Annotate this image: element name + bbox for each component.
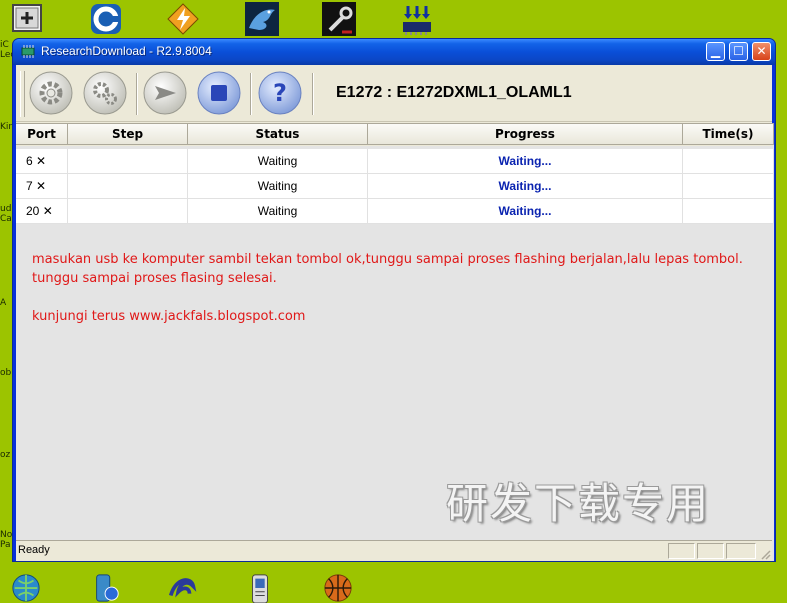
col-progress-header[interactable]: Progress bbox=[368, 124, 683, 145]
blog-link-text: kunjungi terus www.jackfals.blogspot.com bbox=[32, 309, 306, 324]
mobile-icon[interactable] bbox=[244, 573, 276, 603]
stop-icon bbox=[197, 71, 241, 115]
toolbar: ? E1272 : E1272DXML1_OLAML1 bbox=[16, 65, 772, 122]
maximize-button[interactable]: ☐ bbox=[729, 42, 748, 61]
maximize-icon: ☐ bbox=[733, 44, 744, 58]
stop-button[interactable] bbox=[196, 70, 242, 116]
swirl-icon[interactable] bbox=[166, 573, 198, 603]
desktop-label: ud bbox=[0, 204, 12, 214]
desktop-label: oz bbox=[0, 450, 11, 460]
table-header: Port Step Status Progress Time(s) bbox=[16, 124, 774, 146]
start-button[interactable] bbox=[142, 70, 188, 116]
settings-gear-icon bbox=[29, 71, 73, 115]
port-cell: 7 ✕ bbox=[16, 174, 68, 198]
instruction-line-1: masukan usb ke komputer sambil tekan tom… bbox=[32, 252, 743, 267]
tools-icon[interactable] bbox=[322, 2, 356, 36]
window-title: ResearchDownload - R2.9.8004 bbox=[41, 44, 212, 58]
phone-sync-icon[interactable] bbox=[90, 573, 122, 603]
toolbar-separator bbox=[250, 73, 252, 115]
toolbar-separator bbox=[312, 73, 314, 115]
ccleaner-icon[interactable] bbox=[89, 2, 123, 36]
settings-button[interactable] bbox=[28, 70, 74, 116]
minimize-icon: ▁ bbox=[710, 44, 721, 58]
close-x-icon[interactable]: ✕ bbox=[36, 154, 46, 168]
status-panel bbox=[726, 543, 756, 559]
table-row[interactable]: 7 ✕ Waiting Waiting... bbox=[16, 174, 774, 199]
close-button[interactable]: ✕ bbox=[752, 42, 771, 61]
desktop-label: Kin bbox=[0, 122, 12, 132]
port-number: 7 bbox=[26, 179, 33, 193]
time-cell bbox=[683, 199, 774, 223]
plus-app-icon[interactable] bbox=[12, 4, 42, 32]
toolbar-separator bbox=[136, 73, 138, 115]
svg-text:?: ? bbox=[273, 79, 287, 107]
desktop-label: Ca bbox=[0, 214, 12, 224]
col-port-header[interactable]: Port bbox=[16, 124, 68, 145]
progress-cell: Waiting... bbox=[368, 174, 683, 198]
port-cell: 20 ✕ bbox=[16, 199, 68, 223]
desktop-left-labels: iC Lec Kin ud Ca A ob oz No Pa bbox=[0, 36, 12, 562]
status-cell: Waiting bbox=[188, 174, 368, 198]
step-cell bbox=[68, 149, 188, 173]
status-panel bbox=[668, 543, 695, 559]
watermark: 研发下载专用 bbox=[446, 479, 711, 528]
time-cell bbox=[683, 149, 774, 173]
multi-settings-button[interactable] bbox=[82, 70, 128, 116]
app-chip-icon bbox=[21, 45, 35, 58]
close-x-icon[interactable]: ✕ bbox=[36, 179, 46, 193]
time-cell bbox=[683, 174, 774, 198]
device-label: E1272 : E1272DXML1_OLAML1 bbox=[336, 84, 572, 101]
close-x-icon[interactable]: ✕ bbox=[43, 204, 53, 218]
status-cell: Waiting bbox=[188, 199, 368, 223]
network-globe-icon[interactable] bbox=[10, 573, 42, 603]
resize-grip-icon[interactable] bbox=[759, 548, 771, 560]
minimize-button[interactable]: ▁ bbox=[706, 42, 725, 61]
port-table: Port Step Status Progress Time(s) 6 ✕ Wa… bbox=[16, 123, 774, 561]
status-cell: Waiting bbox=[188, 149, 368, 173]
download-chip-icon[interactable] bbox=[400, 2, 434, 36]
multi-gear-icon bbox=[83, 71, 127, 115]
basketball-icon[interactable] bbox=[322, 573, 354, 603]
start-arrow-icon bbox=[143, 71, 187, 115]
desktop-label: Lec bbox=[0, 50, 12, 60]
table-row[interactable]: 20 ✕ Waiting Waiting... bbox=[16, 199, 774, 224]
dragon-icon[interactable] bbox=[245, 2, 279, 36]
window-client: ? E1272 : E1272DXML1_OLAML1 Port Step St… bbox=[16, 65, 774, 561]
toolbar-grip[interactable] bbox=[20, 71, 25, 117]
col-status-header[interactable]: Status bbox=[188, 124, 368, 145]
winamp-icon[interactable] bbox=[166, 2, 200, 36]
desktop-label: ob bbox=[0, 368, 12, 378]
col-time-header[interactable]: Time(s) bbox=[683, 124, 774, 145]
progress-cell: Waiting... bbox=[368, 199, 683, 223]
help-button[interactable]: ? bbox=[257, 70, 303, 116]
help-icon: ? bbox=[258, 71, 302, 115]
desktop-label: Pa bbox=[0, 540, 11, 550]
col-step-header[interactable]: Step bbox=[68, 124, 188, 145]
status-panel bbox=[697, 543, 724, 559]
desktop-label: iC bbox=[0, 40, 9, 50]
instruction-line-2: tunggu sampai proses flasing selesai. bbox=[32, 271, 277, 286]
status-bar: Ready bbox=[16, 540, 772, 561]
close-icon: ✕ bbox=[756, 44, 767, 58]
desktop-label: A bbox=[0, 298, 7, 308]
status-text: Ready bbox=[18, 544, 50, 556]
title-bar[interactable]: ResearchDownload - R2.9.8004 ▁ ☐ ✕ bbox=[13, 39, 775, 65]
progress-cell: Waiting... bbox=[368, 149, 683, 173]
step-cell bbox=[68, 174, 188, 198]
port-number: 20 bbox=[26, 204, 40, 218]
step-cell bbox=[68, 199, 188, 223]
desktop-label: No bbox=[0, 530, 12, 540]
research-download-window: ResearchDownload - R2.9.8004 ▁ ☐ ✕ ? E12… bbox=[12, 38, 776, 562]
port-number: 6 bbox=[26, 154, 33, 168]
port-cell: 6 ✕ bbox=[16, 149, 68, 173]
table-row[interactable]: 6 ✕ Waiting Waiting... bbox=[16, 149, 774, 174]
